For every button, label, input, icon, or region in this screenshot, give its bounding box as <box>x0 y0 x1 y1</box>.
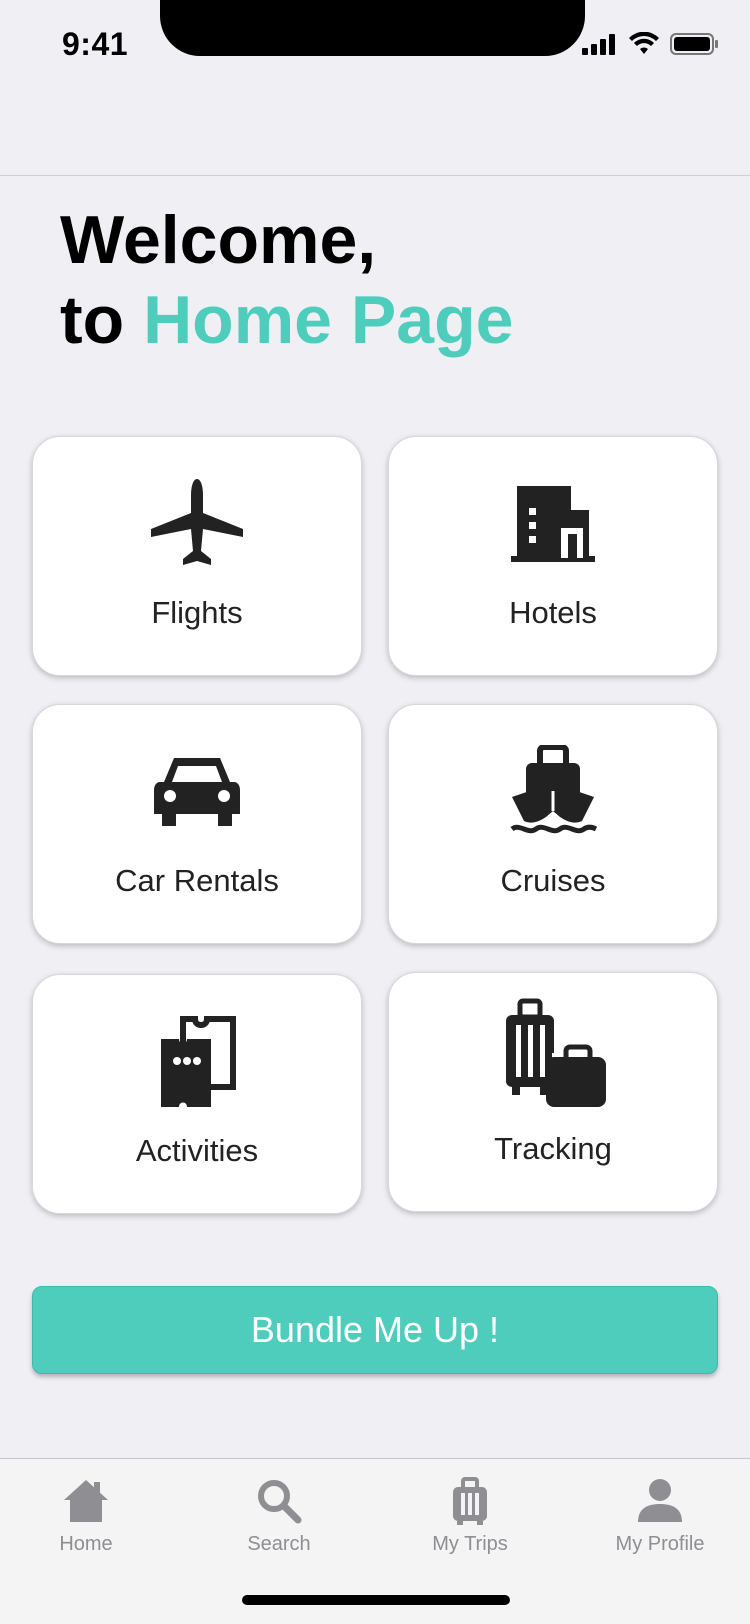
hotels-tile[interactable]: Hotels <box>388 436 718 676</box>
search-icon <box>199 1473 359 1529</box>
user-icon <box>580 1473 740 1529</box>
wifi-icon <box>628 31 660 61</box>
tab-label: My Profile <box>615 1533 705 1555</box>
tab-my-trips[interactable]: My Trips <box>390 1473 550 1556</box>
tab-search[interactable]: Search <box>199 1473 359 1556</box>
tile-label: Car Rentals <box>115 863 279 898</box>
tile-label: Tracking <box>494 1131 612 1166</box>
tab-label: Home <box>59 1533 113 1555</box>
tab-home[interactable]: Home <box>6 1473 166 1556</box>
title-prefix: to <box>60 282 144 358</box>
car-rentals-tile[interactable]: Car Rentals <box>32 704 362 944</box>
home-page-line: to Home Page <box>60 280 513 360</box>
tile-label: Flights <box>151 595 243 630</box>
activities-tile[interactable]: Activities <box>32 974 362 1214</box>
tab-label: My Trips <box>432 1533 508 1555</box>
welcome-line: Welcome, <box>60 202 377 278</box>
page-title: Welcome, to Home Page <box>60 200 513 360</box>
building-icon <box>498 473 608 573</box>
tab-bar: Home Search My Trips My Profile <box>0 1458 750 1624</box>
car-icon <box>142 741 252 841</box>
signal-icon <box>582 33 618 60</box>
tab-my-profile[interactable]: My Profile <box>580 1473 740 1556</box>
tile-label: Cruises <box>500 863 606 898</box>
tracking-tile[interactable]: Tracking <box>388 972 718 1212</box>
ship-icon <box>498 741 608 841</box>
home-indicator <box>242 1595 510 1605</box>
status-icons <box>582 31 720 61</box>
suitcase-icon <box>390 1473 550 1529</box>
tile-label: Hotels <box>509 595 597 630</box>
battery-icon <box>670 32 720 61</box>
status-bar: 9:41 <box>0 0 750 176</box>
status-time: 9:41 <box>62 26 129 62</box>
bundle-me-up-button[interactable]: Bundle Me Up ! <box>32 1286 718 1374</box>
device-notch <box>160 0 585 56</box>
tab-label: Search <box>247 1533 311 1555</box>
cruises-tile[interactable]: Cruises <box>388 704 718 944</box>
title-accent: Home Page <box>143 282 514 358</box>
airplane-icon <box>142 473 252 573</box>
flights-tile[interactable]: Flights <box>32 436 362 676</box>
luggage-icon <box>498 998 608 1109</box>
tile-label: Activities <box>135 1133 259 1168</box>
ticket-icon <box>142 1011 252 1111</box>
home-icon <box>6 1473 166 1529</box>
